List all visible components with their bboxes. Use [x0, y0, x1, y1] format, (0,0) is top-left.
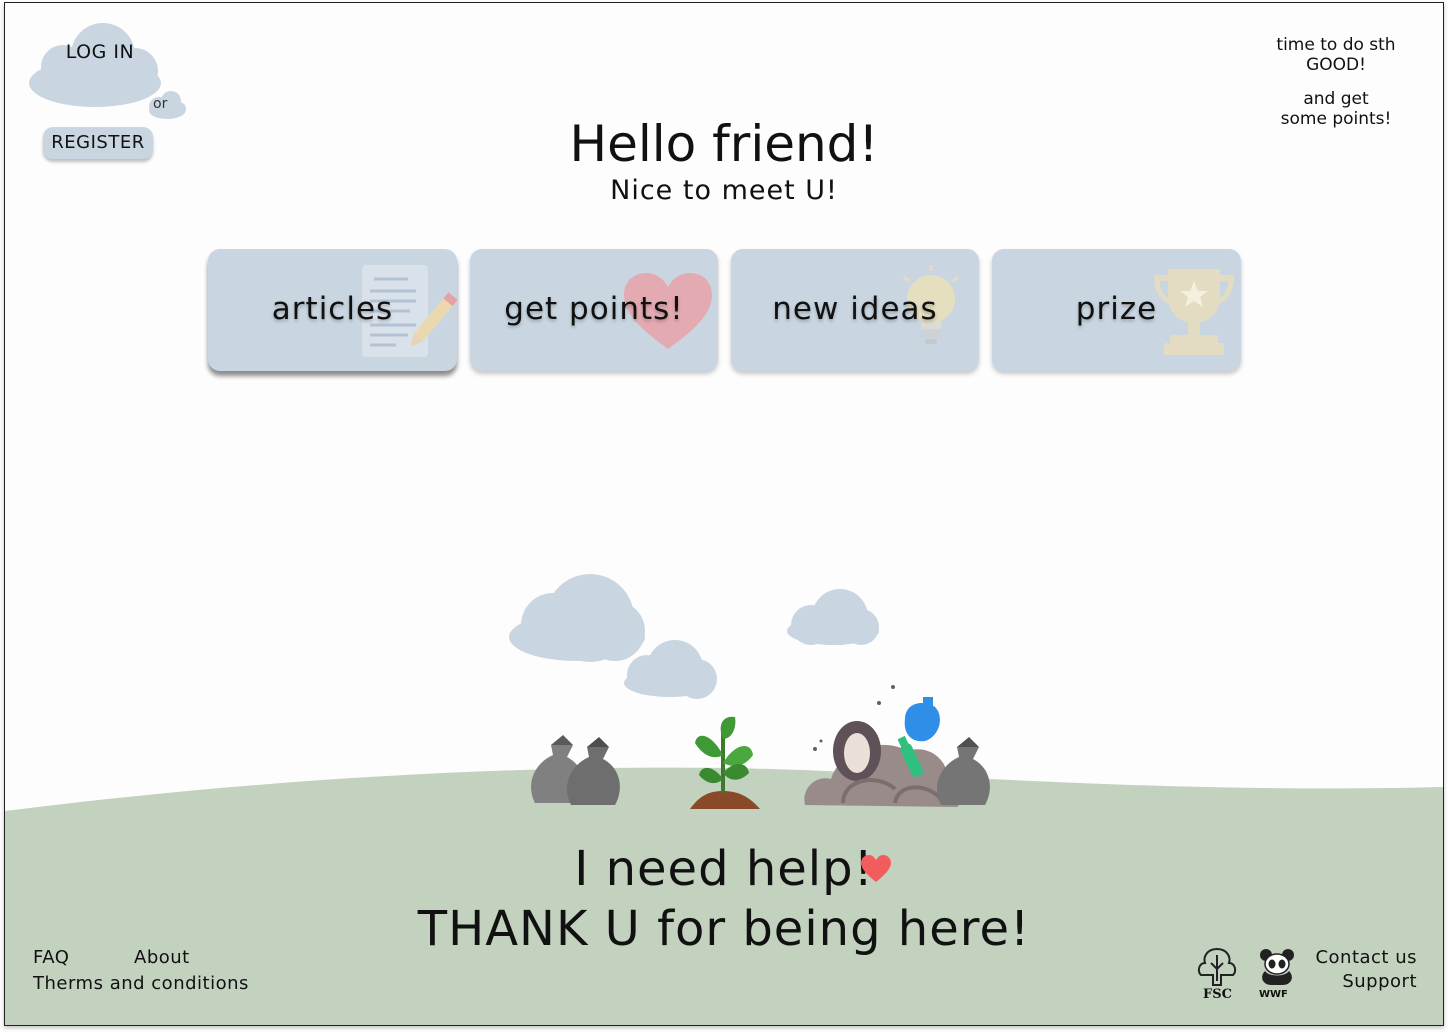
fsc-logo-icon	[1197, 947, 1237, 986]
wwf-logo-label: WWF	[1259, 989, 1288, 1000]
about-link[interactable]: About	[134, 947, 190, 968]
terms-link[interactable]: Therms and conditions	[33, 973, 249, 994]
faq-link[interactable]: FAQ	[33, 947, 69, 968]
support-link[interactable]: Support	[1342, 971, 1417, 992]
heart-icon	[861, 855, 891, 882]
fsc-logo-label: FSC	[1203, 987, 1232, 1002]
cloud-icon	[787, 589, 879, 645]
garbage-bag-icon	[937, 737, 990, 805]
garbage-bag-icon	[531, 735, 620, 805]
cloud-icon	[509, 574, 645, 662]
page-frame: LOG IN or REGISTER time to do sth GOOD! …	[4, 2, 1444, 1026]
contact-link[interactable]: Contact us	[1315, 947, 1417, 968]
wwf-panda-icon	[1260, 949, 1294, 985]
help-message: I need help!	[574, 841, 874, 897]
